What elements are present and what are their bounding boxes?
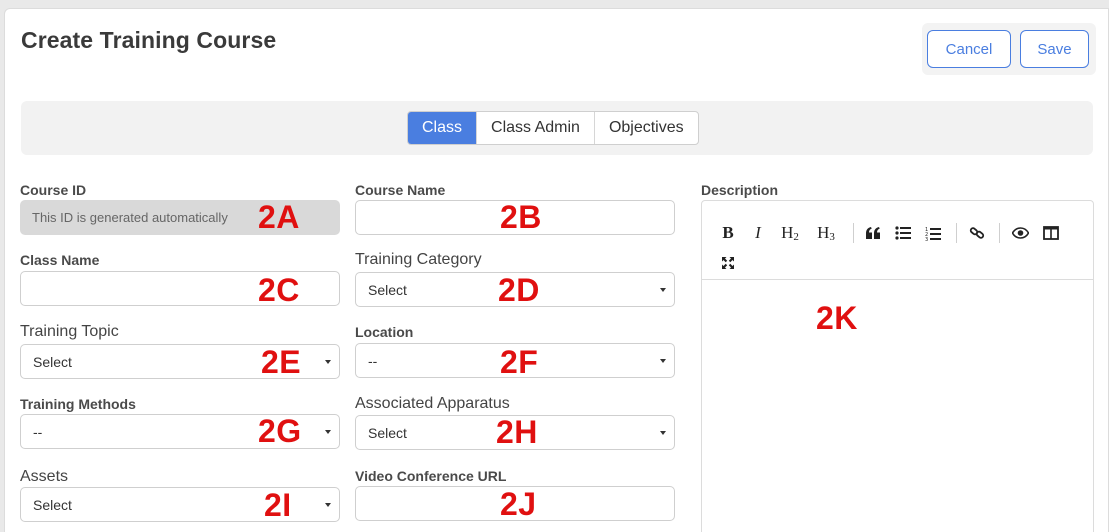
assets-label: Assets (20, 468, 69, 485)
marker-2j: 2J (500, 486, 537, 522)
svg-text:3: 3 (925, 237, 928, 241)
training-topic-selected: Select (33, 353, 72, 370)
editor-toolbar: B I H2 H3 123 (702, 201, 1093, 280)
chevron-down-icon (325, 360, 331, 364)
page-title: Create Training Course (21, 27, 277, 53)
unordered-list-icon[interactable] (892, 222, 914, 244)
video-conference-url-label: Video Conference URL (355, 468, 507, 484)
associated-apparatus-label: Associated Apparatus (355, 395, 510, 412)
marker-2g: 2G (258, 413, 302, 449)
class-name-label: Class Name (20, 252, 100, 268)
side-by-side-icon[interactable] (1040, 222, 1062, 244)
heading-2-icon[interactable]: H2 (776, 222, 804, 244)
toolbar-separator (999, 223, 1000, 243)
location-selected: -- (368, 352, 378, 369)
italic-icon[interactable]: I (747, 222, 769, 244)
assets-selected: Select (33, 496, 72, 513)
marker-2i: 2I (264, 487, 292, 523)
toolbar-separator (956, 223, 957, 243)
heading-2-subscript: 2 (793, 231, 799, 243)
heading-2-letter: H (781, 223, 794, 242)
description-label: Description (701, 182, 779, 198)
marker-2e: 2E (261, 344, 302, 380)
marker-2f: 2F (500, 344, 539, 380)
bold-icon[interactable]: B (717, 222, 739, 244)
assets-select[interactable]: Select (20, 487, 340, 522)
toolbar-separator (853, 223, 854, 243)
training-topic-label: Training Topic (20, 323, 119, 340)
marker-2b: 2B (500, 199, 542, 235)
action-button-group: Cancel Save (922, 23, 1096, 75)
chevron-down-icon (660, 431, 666, 435)
location-label: Location (355, 324, 414, 340)
training-category-selected: Select (368, 281, 407, 298)
fullscreen-icon[interactable] (717, 252, 739, 274)
ordered-list-icon[interactable]: 123 (922, 222, 944, 244)
course-name-label: Course Name (355, 182, 446, 198)
course-id-label: Course ID (20, 182, 87, 198)
tab-strip: Class Class Admin Objectives (21, 101, 1093, 155)
marker-2k: 2K (816, 300, 858, 336)
tab-group: Class Class Admin Objectives (407, 111, 699, 145)
training-methods-selected: -- (33, 423, 43, 440)
tab-class[interactable]: Class (408, 112, 477, 144)
associated-apparatus-selected: Select (368, 424, 407, 441)
cancel-button[interactable]: Cancel (927, 30, 1011, 68)
quote-icon[interactable] (862, 222, 884, 244)
chevron-down-icon (660, 288, 666, 292)
preview-icon[interactable] (1009, 222, 1031, 244)
marker-2c: 2C (258, 272, 300, 308)
marker-2a: 2A (258, 199, 300, 235)
description-textarea[interactable] (702, 281, 1093, 532)
heading-3-icon[interactable]: H3 (812, 222, 840, 244)
chevron-down-icon (325, 503, 331, 507)
training-category-label: Training Category (355, 251, 482, 268)
marker-2h: 2H (496, 414, 538, 450)
description-editor: B I H2 H3 123 (701, 200, 1094, 532)
create-course-card: Create Training Course Cancel Save Class… (4, 8, 1109, 532)
training-methods-label: Training Methods (20, 396, 136, 412)
save-button[interactable]: Save (1020, 30, 1089, 68)
tab-class-admin[interactable]: Class Admin (476, 112, 594, 144)
heading-3-subscript: 3 (829, 231, 835, 243)
chevron-down-icon (325, 430, 331, 434)
heading-3-letter: H (817, 223, 830, 242)
chevron-down-icon (660, 359, 666, 363)
marker-2d: 2D (498, 272, 540, 308)
tab-objectives[interactable]: Objectives (593, 112, 698, 144)
link-icon[interactable] (966, 222, 988, 244)
